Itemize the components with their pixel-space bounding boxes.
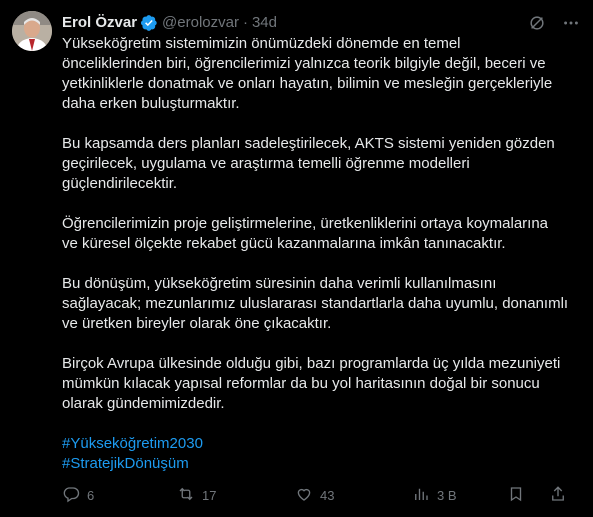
retweet-icon (177, 485, 195, 506)
views-count: 3 B (437, 487, 457, 503)
bookmark-icon (507, 485, 525, 506)
views-icon (412, 485, 430, 506)
more-icon[interactable] (561, 13, 581, 33)
reply-count: 6 (87, 487, 95, 503)
author-handle[interactable]: @erolozvar (162, 13, 239, 33)
action-bar: 6 17 43 3 B (62, 484, 582, 506)
tweet-paragraph-5: Birçok Avrupa ülkesinde olduğu gibi, baz… (62, 355, 561, 412)
tweet-header: Erol Özvar @erolozvar · 34d (62, 13, 581, 33)
retweet-count: 17 (202, 487, 217, 503)
tweet-paragraph-3: Öğrencilerimizin proje geliştirmelerine,… (62, 215, 549, 252)
share-icon (549, 485, 567, 506)
header-actions (527, 13, 581, 33)
hashtags: #Yükseköğretim2030 #StratejikDönüşüm (62, 434, 584, 474)
grok-icon[interactable] (527, 13, 547, 33)
author-name[interactable]: Erol Özvar (62, 13, 137, 33)
views-button[interactable]: 3 B (412, 485, 507, 506)
avatar[interactable] (12, 11, 52, 51)
post-time[interactable]: 34d (252, 13, 277, 33)
hashtag-link[interactable]: #StratejikDönüşüm (62, 454, 584, 474)
retweet-button[interactable]: 17 (177, 485, 295, 506)
separator-dot: · (242, 14, 248, 31)
verified-badge-icon (140, 14, 158, 32)
like-button[interactable]: 43 (295, 485, 412, 506)
like-count: 43 (320, 487, 335, 503)
heart-icon (295, 485, 313, 506)
tweet: Erol Özvar @erolozvar · 34d Yükseköğreti… (0, 0, 593, 517)
hashtag-link[interactable]: #Yükseköğretim2030 (62, 434, 584, 454)
reply-icon (62, 485, 80, 506)
tweet-paragraph-2: Bu kapsamda ders planları sadeleştirilec… (62, 135, 555, 192)
bookmark-button[interactable] (507, 485, 549, 506)
reply-button[interactable]: 6 (62, 485, 177, 506)
tweet-paragraph-4: Bu dönüşüm, yükseköğretim süresinin daha… (62, 275, 569, 332)
tweet-paragraph-1: Yükseköğretim sistemimizin önümüzdeki dö… (62, 35, 553, 112)
tweet-body: Yükseköğretim sistemimizin önümüzdeki dö… (62, 34, 584, 474)
share-button[interactable] (549, 485, 567, 506)
